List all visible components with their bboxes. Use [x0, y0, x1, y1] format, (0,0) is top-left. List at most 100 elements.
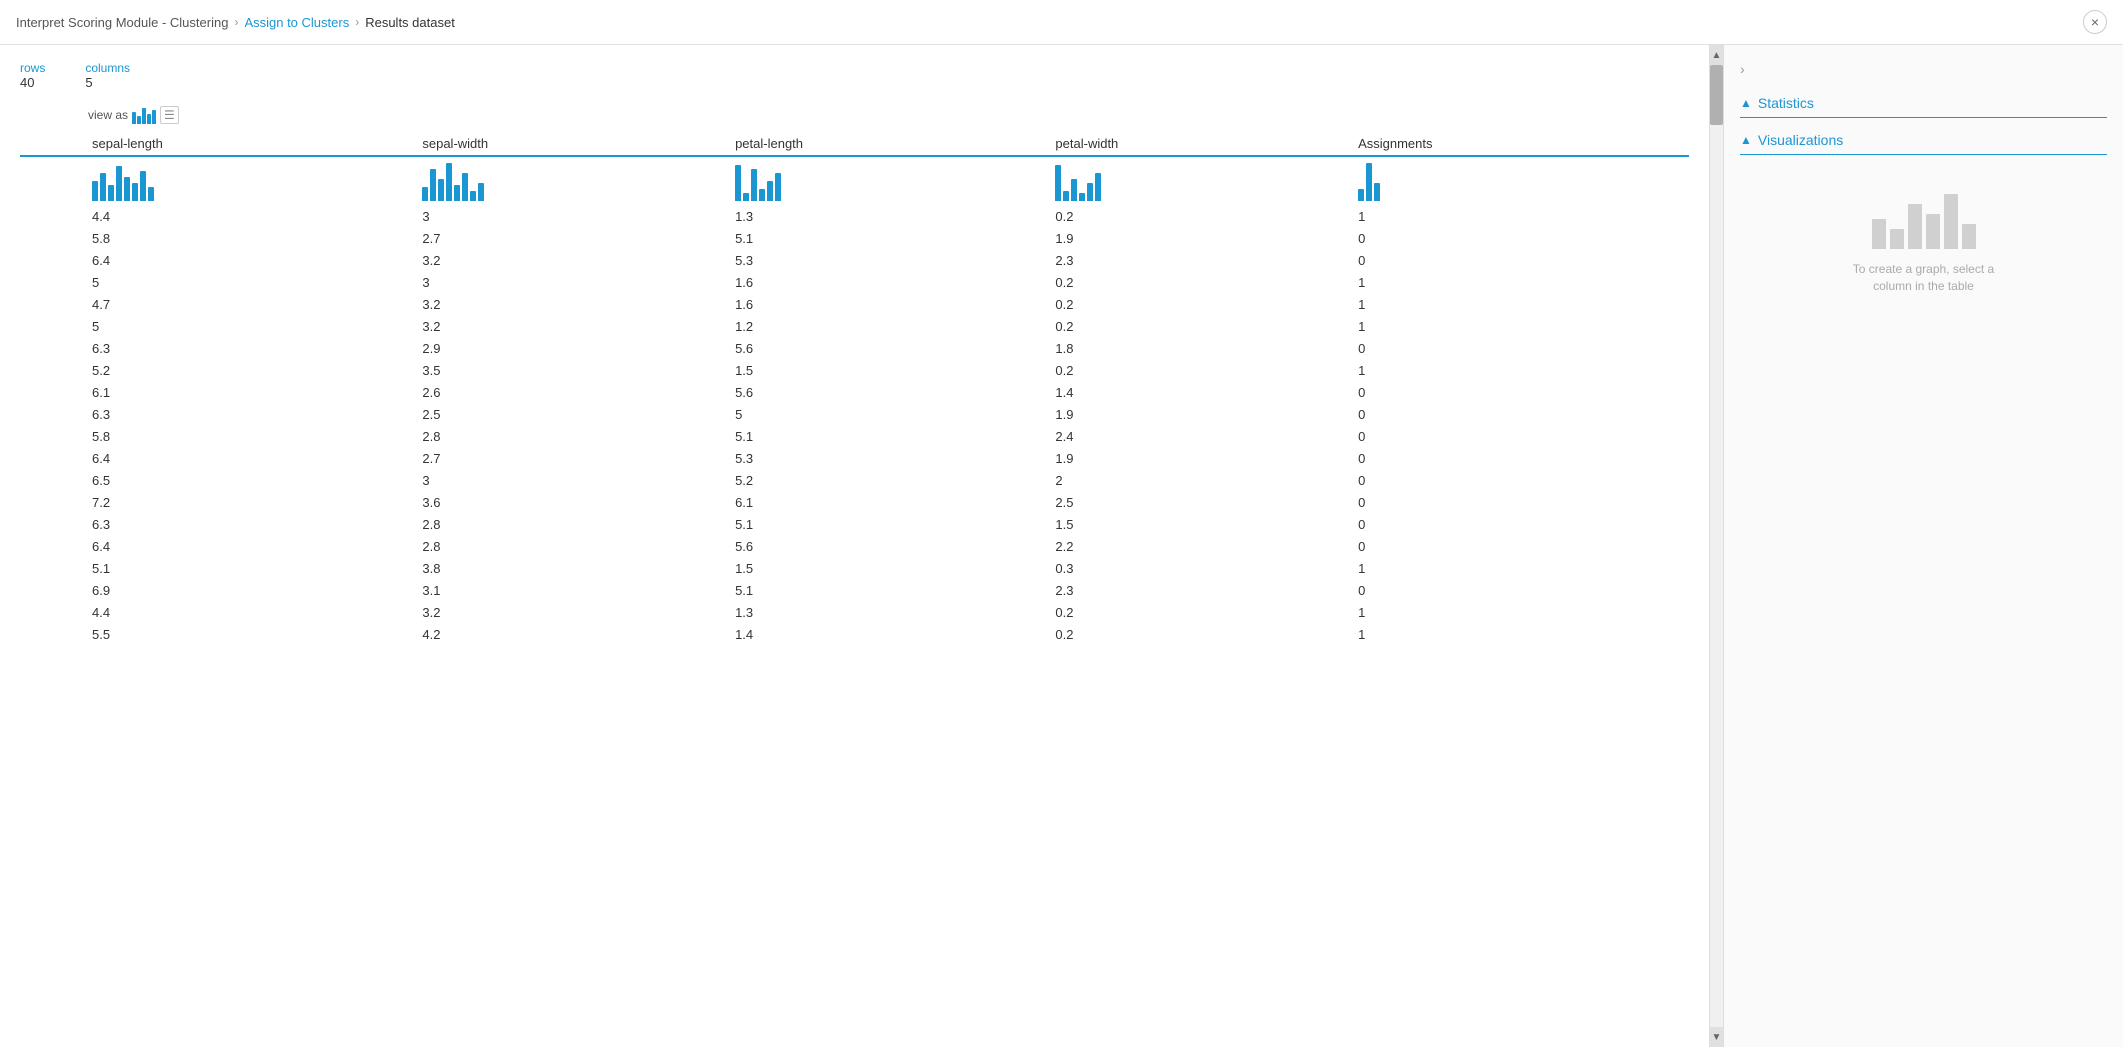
table-cell: 1.2	[723, 316, 1043, 338]
table-row[interactable]: 6.12.65.61.40	[20, 382, 1689, 404]
table-cell: 0	[1346, 404, 1689, 426]
table-cell: 1	[1346, 206, 1689, 228]
col-header-petal-length[interactable]: petal-length	[723, 132, 1043, 156]
row-number	[20, 272, 80, 294]
visualizations-arrow: ▲	[1740, 133, 1752, 147]
statistics-title: Statistics	[1758, 95, 1814, 111]
table-cell: 6.3	[80, 514, 410, 536]
table-cell: 0.3	[1043, 558, 1346, 580]
table-cell: 0	[1346, 426, 1689, 448]
statistics-section-header[interactable]: ▲ Statistics	[1740, 89, 2107, 118]
table-cell: 0.2	[1043, 360, 1346, 382]
table-row[interactable]: 5.13.81.50.31	[20, 558, 1689, 580]
table-cell: 2.3	[1043, 250, 1346, 272]
scroll-up-button[interactable]: ▲	[1710, 45, 1724, 65]
table-cell: 1.6	[723, 294, 1043, 316]
table-cell: 5.1	[723, 426, 1043, 448]
table-cell: 2.5	[410, 404, 723, 426]
table-cell: 6.4	[80, 250, 410, 272]
col-header-sepal-length[interactable]: sepal-length	[80, 132, 410, 156]
table-cell: 5.2	[80, 360, 410, 382]
table-cell: 5.3	[723, 448, 1043, 470]
table-cell: 1.8	[1043, 338, 1346, 360]
visualizations-section-header[interactable]: ▲ Visualizations	[1740, 126, 2107, 155]
table-view-icon[interactable]: ☰	[160, 106, 179, 124]
table-row[interactable]: 7.23.66.12.50	[20, 492, 1689, 514]
table-cell: 2.8	[410, 514, 723, 536]
breadcrumb-sep1: ›	[234, 15, 238, 29]
table-cell: 0.2	[1043, 206, 1346, 228]
table-cell: 0	[1346, 514, 1689, 536]
columns-value: 5	[85, 75, 130, 90]
table-row[interactable]: 6.42.75.31.90	[20, 448, 1689, 470]
scroll-thumb[interactable]	[1710, 65, 1723, 125]
table-row[interactable]: 5.82.75.11.90	[20, 228, 1689, 250]
breadcrumb-sep2: ›	[355, 15, 359, 29]
table-cell: 0	[1346, 580, 1689, 602]
table-row[interactable]: 4.73.21.60.21	[20, 294, 1689, 316]
table-cell: 0	[1346, 448, 1689, 470]
table-cell: 5.5	[80, 624, 410, 646]
table-row[interactable]: 531.60.21	[20, 272, 1689, 294]
table-row[interactable]: 6.42.85.62.20	[20, 536, 1689, 558]
table-row[interactable]: 4.431.30.21	[20, 206, 1689, 228]
table-cell: 5.6	[723, 338, 1043, 360]
table-row[interactable]: 5.54.21.40.21	[20, 624, 1689, 646]
header-bar: Interpret Scoring Module - Clustering › …	[0, 0, 2123, 45]
expand-toggle[interactable]: ›	[1740, 61, 2107, 77]
columns-label: columns	[85, 61, 130, 75]
table-cell: 1	[1346, 316, 1689, 338]
row-number	[20, 558, 80, 580]
close-button[interactable]: ×	[2083, 10, 2107, 34]
row-number	[20, 448, 80, 470]
breadcrumb-middle[interactable]: Assign to Clusters	[244, 15, 349, 30]
table-cell: 6.1	[723, 492, 1043, 514]
table-cell: 4.4	[80, 602, 410, 624]
table-cell: 1.9	[1043, 228, 1346, 250]
table-cell: 0	[1346, 250, 1689, 272]
col-header-petal-width[interactable]: petal-width	[1043, 132, 1346, 156]
table-cell: 1.3	[723, 206, 1043, 228]
table-cell: 3.1	[410, 580, 723, 602]
row-number	[20, 404, 80, 426]
row-number	[20, 360, 80, 382]
table-row[interactable]: 6.535.220	[20, 470, 1689, 492]
view-as-label: view as	[88, 108, 128, 122]
table-row[interactable]: 5.23.51.50.21	[20, 360, 1689, 382]
histogram-sepal-length	[92, 161, 398, 201]
bar-chart-view-icon[interactable]	[132, 106, 156, 124]
table-cell: 2	[1043, 470, 1346, 492]
table-cell: 5.1	[723, 228, 1043, 250]
columns-meta: columns 5	[85, 61, 130, 90]
table-cell: 5.8	[80, 426, 410, 448]
table-cell: 1.4	[723, 624, 1043, 646]
breadcrumb-root: Interpret Scoring Module - Clustering	[16, 15, 228, 30]
table-row[interactable]: 53.21.20.21	[20, 316, 1689, 338]
table-cell: 0	[1346, 228, 1689, 250]
row-number	[20, 228, 80, 250]
table-cell: 2.7	[410, 448, 723, 470]
table-row[interactable]: 6.93.15.12.30	[20, 580, 1689, 602]
col-header-sepal-width[interactable]: sepal-width	[410, 132, 723, 156]
table-cell: 2.5	[1043, 492, 1346, 514]
table-cell: 6.5	[80, 470, 410, 492]
scroll-down-button[interactable]: ▼	[1710, 1027, 1724, 1047]
table-cell: 2.3	[1043, 580, 1346, 602]
table-row[interactable]: 5.82.85.12.40	[20, 426, 1689, 448]
table-row[interactable]: 6.32.95.61.80	[20, 338, 1689, 360]
table-cell: 2.6	[410, 382, 723, 404]
main-content: rows 40 columns 5 view as ☰	[0, 45, 2123, 1047]
table-row[interactable]: 6.32.551.90	[20, 404, 1689, 426]
col-header-assignments[interactable]: Assignments	[1346, 132, 1689, 156]
table-cell: 4.4	[80, 206, 410, 228]
table-row[interactable]: 6.43.25.32.30	[20, 250, 1689, 272]
statistics-arrow: ▲	[1740, 96, 1752, 110]
table-cell: 0	[1346, 492, 1689, 514]
table-row[interactable]: 4.43.21.30.21	[20, 602, 1689, 624]
table-row[interactable]: 6.32.85.11.50	[20, 514, 1689, 536]
table-cell: 1.6	[723, 272, 1043, 294]
table-cell: 1.5	[1043, 514, 1346, 536]
row-number	[20, 580, 80, 602]
row-number	[20, 492, 80, 514]
table-cell: 4.2	[410, 624, 723, 646]
